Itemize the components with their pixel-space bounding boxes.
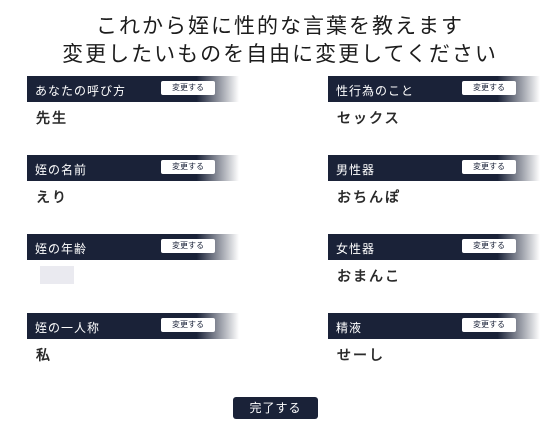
field-header: 男性器 変更する bbox=[328, 155, 540, 181]
change-button[interactable]: 変更する bbox=[462, 239, 516, 253]
field-header: 精液 変更する bbox=[328, 313, 540, 339]
instruction-line-1: これから姪に性的な言葉を教えます bbox=[96, 14, 464, 38]
field-header: 姪の一人称 変更する bbox=[27, 313, 239, 339]
field-label: 姪の年齢 bbox=[35, 242, 88, 256]
blurred-value bbox=[40, 266, 74, 284]
field-value: 先生 bbox=[36, 111, 68, 127]
field-how-to-call-you: あなたの呼び方 変更する 先生 bbox=[27, 76, 239, 128]
field-semen: 精液 変更する せーし bbox=[328, 313, 540, 365]
done-button[interactable]: 完了する bbox=[233, 397, 318, 419]
field-label: 精液 bbox=[336, 321, 363, 335]
field-value: おちんぽ bbox=[337, 190, 401, 206]
field-value: おまんこ bbox=[337, 269, 401, 285]
field-label: 女性器 bbox=[336, 242, 376, 256]
field-value: セックス bbox=[337, 111, 401, 127]
field-niece-age: 姪の年齢 変更する bbox=[27, 234, 239, 286]
field-value: 私 bbox=[36, 348, 52, 364]
field-header: 姪の名前 変更する bbox=[27, 155, 239, 181]
field-header: あなたの呼び方 変更する bbox=[27, 76, 239, 102]
field-sex-act: 性行為のこと 変更する セックス bbox=[328, 76, 540, 128]
field-niece-name: 姪の名前 変更する えり bbox=[27, 155, 239, 207]
change-button[interactable]: 変更する bbox=[161, 318, 215, 332]
field-male-organ: 男性器 変更する おちんぽ bbox=[328, 155, 540, 207]
field-value-wrap bbox=[36, 266, 239, 286]
instruction-line-2: 変更したいものを自由に変更してください bbox=[62, 42, 498, 66]
change-button[interactable]: 変更する bbox=[161, 160, 215, 174]
field-female-organ: 女性器 変更する おまんこ bbox=[328, 234, 540, 286]
field-value: せーし bbox=[337, 348, 385, 364]
field-label: あなたの呼び方 bbox=[35, 84, 127, 98]
change-button[interactable]: 変更する bbox=[462, 318, 516, 332]
field-header: 性行為のこと 変更する bbox=[328, 76, 540, 102]
field-label: 姪の一人称 bbox=[35, 321, 101, 335]
field-value: えり bbox=[36, 190, 68, 206]
field-niece-first-person: 姪の一人称 変更する 私 bbox=[27, 313, 239, 365]
field-label: 男性器 bbox=[336, 163, 376, 177]
change-button[interactable]: 変更する bbox=[462, 160, 516, 174]
field-header: 姪の年齢 変更する bbox=[27, 234, 239, 260]
change-button[interactable]: 変更する bbox=[161, 239, 215, 253]
field-label: 性行為のこと bbox=[336, 84, 415, 98]
change-button[interactable]: 変更する bbox=[462, 81, 516, 95]
field-header: 女性器 変更する bbox=[328, 234, 540, 260]
field-label: 姪の名前 bbox=[35, 163, 88, 177]
change-button[interactable]: 変更する bbox=[161, 81, 215, 95]
